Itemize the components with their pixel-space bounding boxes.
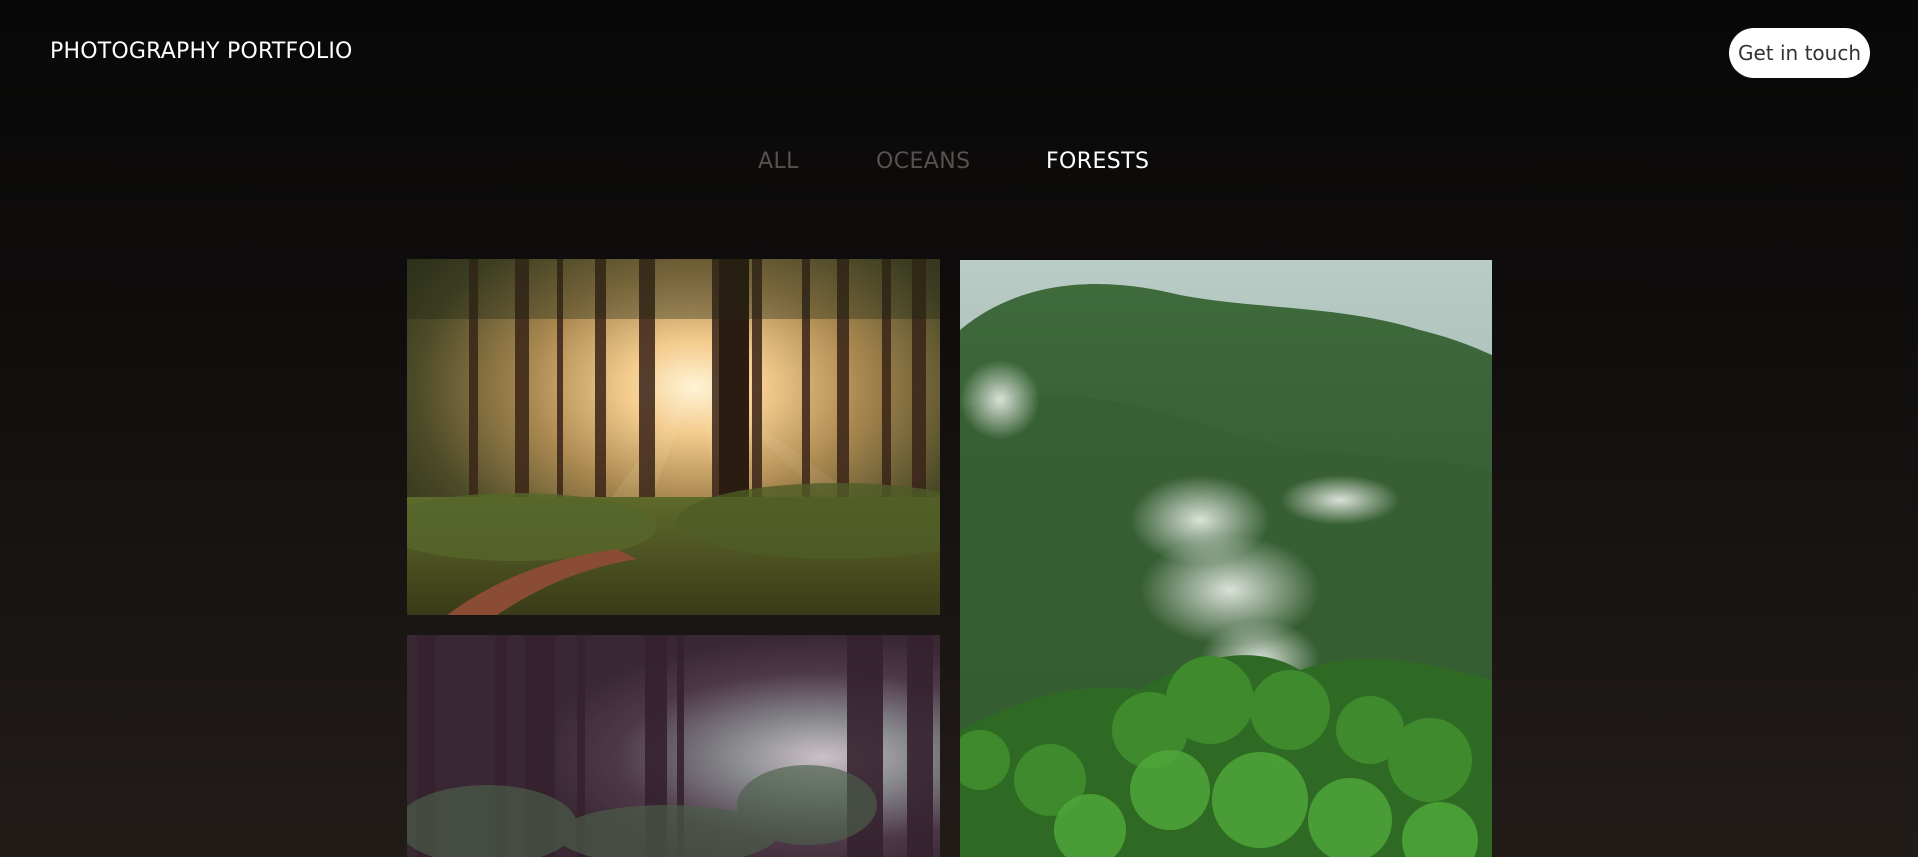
filter-all[interactable]: ALL [758,146,799,178]
misty-forest-image [407,635,940,857]
gallery-photo-sunlit-forest[interactable] [407,259,940,615]
get-in-touch-button[interactable]: Get in touch [1729,28,1870,78]
gallery-photo-foggy-hills[interactable] [960,260,1492,857]
foggy-hills-image [960,260,1492,857]
filter-oceans[interactable]: OCEANS [876,146,970,178]
site-logo[interactable]: PHOTOGRAPHY PORTFOLIO [50,36,353,68]
filter-nav: ALL OCEANS FORESTS [0,146,1918,178]
filter-forests[interactable]: FORESTS [1046,146,1149,178]
sunlit-forest-image [407,259,940,615]
gallery-photo-misty-forest[interactable] [407,635,940,857]
